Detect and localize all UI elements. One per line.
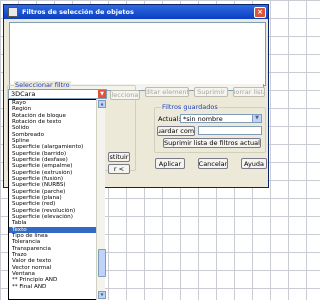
scrollbar-thumb[interactable] [98, 249, 106, 277]
dropdown-scrollbar[interactable]: ▲ ▼ [96, 99, 106, 300]
dropdown-option[interactable]: ** Final AND [9, 284, 104, 290]
filter-list-panel[interactable] [9, 22, 266, 86]
substitute-button[interactable]: stituir [108, 152, 130, 162]
delete-current-filter-list-button[interactable]: Suprimir lista de filtros actual [163, 138, 261, 148]
filter-type-selected-value: 3DCara [11, 90, 36, 98]
app-icon [8, 7, 18, 17]
current-filter-label: Actual: [158, 115, 181, 123]
save-as-button[interactable]: Guardar como: [157, 126, 195, 136]
current-filter-combo[interactable]: *sin nombre ▼ [180, 114, 262, 123]
cancel-button[interactable]: Cancelar [198, 158, 228, 169]
filter-type-dropdown-list[interactable]: Rayo Región Rotación de bloque Rotación de … [8, 99, 105, 300]
clear-list-button[interactable]: Borrar lista [233, 87, 265, 97]
close-icon[interactable]: × [254, 7, 266, 18]
scroll-up-icon[interactable]: ▲ [98, 100, 106, 108]
add-to-list-button[interactable]: r < [108, 164, 130, 174]
saved-filters-legend: Filtros guardados [161, 103, 219, 111]
scroll-down-icon[interactable]: ▼ [98, 291, 106, 299]
help-button[interactable]: Ayuda [241, 158, 267, 169]
edit-item-button[interactable]: Editar elemento [145, 87, 189, 97]
chevron-down-icon[interactable]: ▼ [98, 90, 106, 98]
dialog-title: Filtros de selección de objetos [22, 8, 134, 16]
dialog-titlebar: Filtros de selección de objetos × [4, 5, 268, 19]
select-filter-legend: Seleccionar filtro [14, 81, 71, 89]
save-as-input[interactable] [198, 126, 262, 135]
filter-type-select[interactable]: 3DCara ▼ [8, 89, 107, 99]
delete-item-button[interactable]: Suprimir [194, 87, 228, 97]
select-button[interactable]: Seleccionar... [110, 90, 140, 100]
apply-button[interactable]: Aplicar [155, 158, 185, 169]
current-filter-value: *sin nombre [183, 114, 223, 123]
chevron-down-icon: ▼ [252, 115, 261, 122]
